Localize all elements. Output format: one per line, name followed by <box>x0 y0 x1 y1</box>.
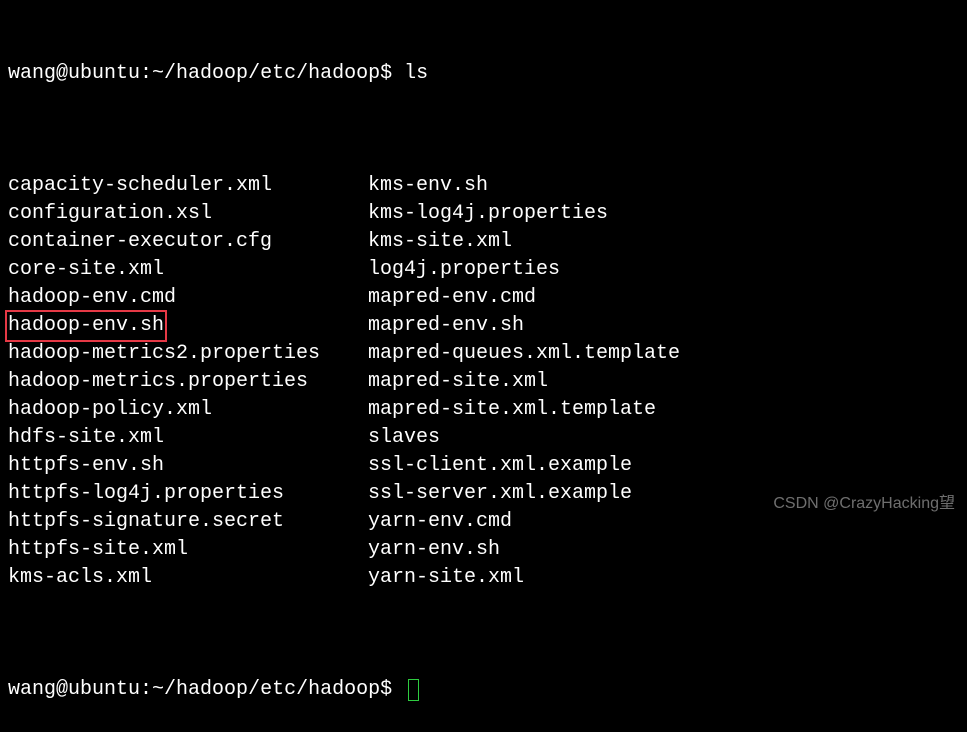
command-text: ls <box>404 60 428 88</box>
file-entry: httpfs-env.sh <box>8 452 368 480</box>
prompt-line-2: wang@ubuntu:~/hadoop/etc/hadoop$ <box>8 676 959 704</box>
highlighted-file: hadoop-env.sh <box>5 310 167 342</box>
prompt-sep: : <box>140 60 152 88</box>
prompt-symbol: $ <box>380 60 392 88</box>
file-entry: kms-env.sh <box>368 172 959 200</box>
prompt-user-host: wang@ubuntu <box>8 676 140 704</box>
file-entry: mapred-site.xml <box>368 368 959 396</box>
file-entry: kms-acls.xml <box>8 564 368 592</box>
file-entry: hadoop-env.sh <box>8 312 368 340</box>
file-entry: kms-site.xml <box>368 228 959 256</box>
file-entry: mapred-queues.xml.template <box>368 340 959 368</box>
prompt-sep: : <box>140 676 152 704</box>
file-entry: hadoop-policy.xml <box>8 396 368 424</box>
file-entry: capacity-scheduler.xml <box>8 172 368 200</box>
file-entry: httpfs-signature.secret <box>8 508 368 536</box>
cursor-icon[interactable] <box>408 679 419 701</box>
file-entry: configuration.xsl <box>8 200 368 228</box>
file-entry: container-executor.cfg <box>8 228 368 256</box>
prompt-path: ~/hadoop/etc/hadoop <box>152 676 380 704</box>
file-entry: mapred-site.xml.template <box>368 396 959 424</box>
file-entry: httpfs-log4j.properties <box>8 480 368 508</box>
file-entry: httpfs-site.xml <box>8 536 368 564</box>
file-entry: core-site.xml <box>8 256 368 284</box>
file-entry: mapred-env.cmd <box>368 284 959 312</box>
terminal[interactable]: wang@ubuntu:~/hadoop/etc/hadoop$ ls capa… <box>8 4 959 732</box>
prompt-symbol: $ <box>380 676 392 704</box>
file-entry: yarn-site.xml <box>368 564 959 592</box>
watermark-text: CSDN @CrazyHacking望 <box>773 493 955 515</box>
prompt-space <box>392 60 404 88</box>
file-entry: slaves <box>368 424 959 452</box>
file-entry: ssl-client.xml.example <box>368 452 959 480</box>
file-entry: mapred-env.sh <box>368 312 959 340</box>
prompt-line-1: wang@ubuntu:~/hadoop/etc/hadoop$ ls <box>8 60 959 88</box>
file-entry: hdfs-site.xml <box>8 424 368 452</box>
prompt-user-host: wang@ubuntu <box>8 60 140 88</box>
file-entry: log4j.properties <box>368 256 959 284</box>
file-entry: hadoop-metrics2.properties <box>8 340 368 368</box>
file-entry: kms-log4j.properties <box>368 200 959 228</box>
file-entry: yarn-env.sh <box>368 536 959 564</box>
file-entry: hadoop-env.cmd <box>8 284 368 312</box>
prompt-path: ~/hadoop/etc/hadoop <box>152 60 380 88</box>
file-entry: hadoop-metrics.properties <box>8 368 368 396</box>
ls-output: capacity-scheduler.xmlkms-env.shconfigur… <box>8 172 959 592</box>
prompt-space <box>392 676 404 704</box>
